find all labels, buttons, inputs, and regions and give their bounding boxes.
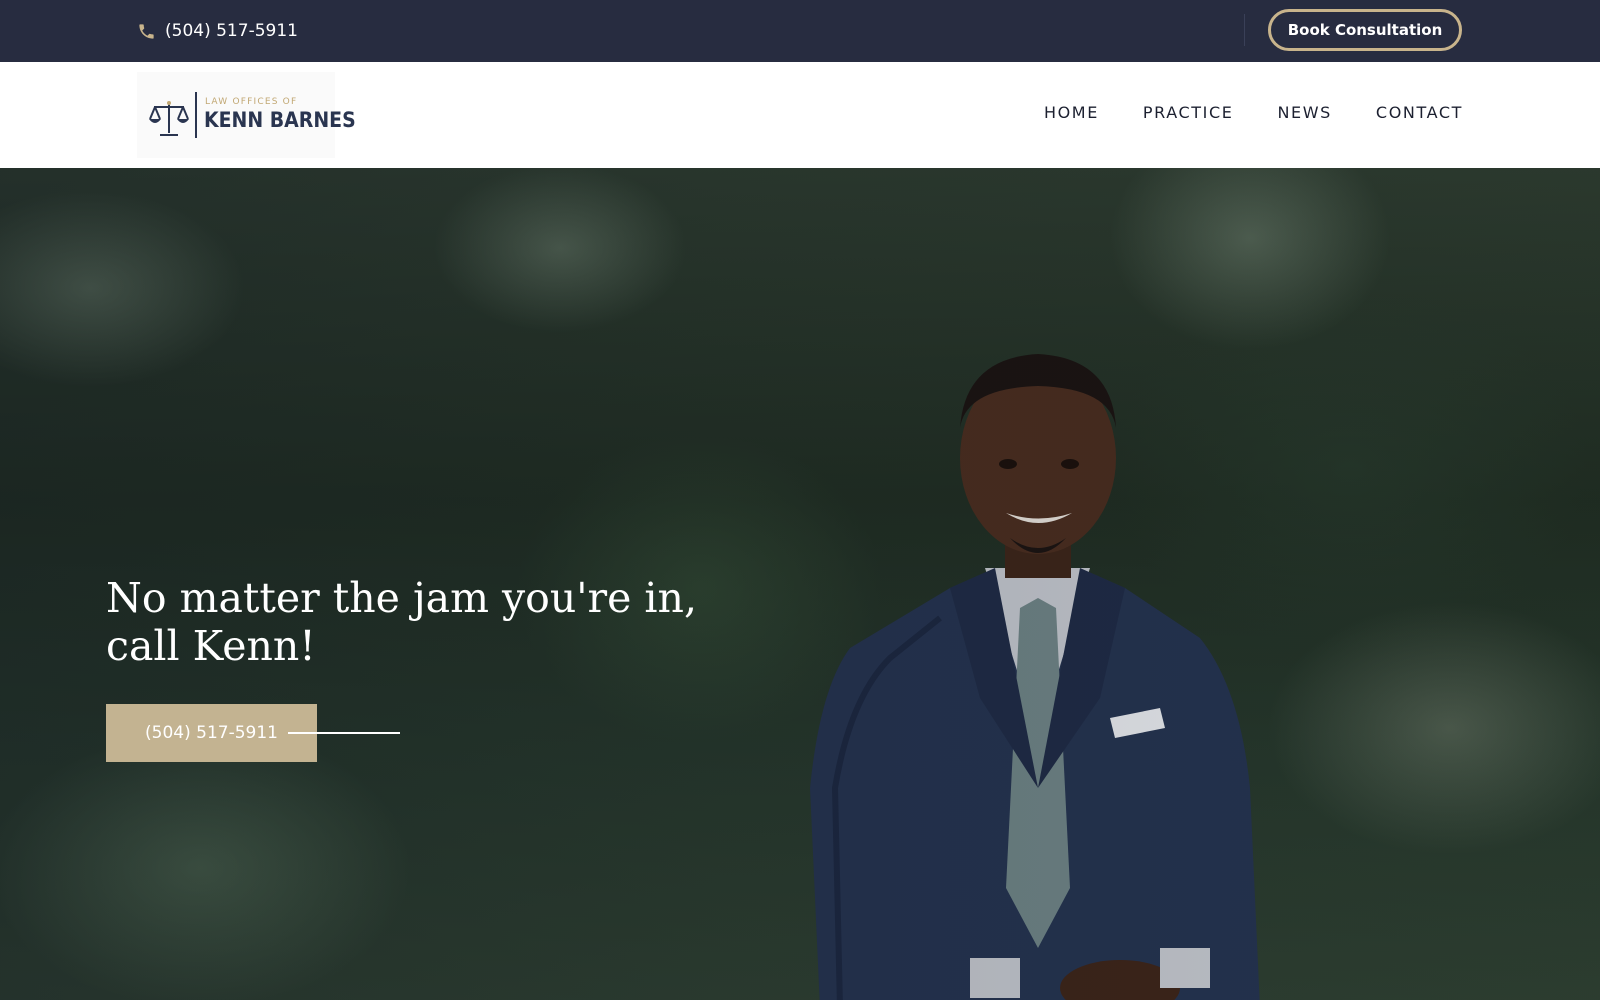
topbar-divider [1244,14,1245,46]
primary-nav: HOME PRACTICE NEWS CONTACT [1044,103,1463,122]
logo-subtitle: LAW OFFICES OF [205,97,298,107]
site-logo[interactable]: LAW OFFICES OF KENN BARNES [137,72,356,158]
topbar-phone-link[interactable]: (504) 517-5911 [137,18,298,44]
logo-divider [195,92,197,138]
topbar-phone-text: (504) 517-5911 [165,21,298,41]
hero-headline-line-1: No matter the jam you're in, [106,574,697,622]
nav-item-news[interactable]: NEWS [1277,103,1331,122]
top-bar: (504) 517-5911 Book Consultation [0,0,1600,62]
nav-item-practice[interactable]: PRACTICE [1143,103,1234,122]
hero-call-button[interactable]: (504) 517-5911 [106,704,317,762]
cta-decorative-line [288,732,400,734]
hero-section: No matter the jam you're in, call Kenn! … [0,168,1600,1000]
nav-item-contact[interactable]: CONTACT [1376,103,1463,122]
main-navbar: LAW OFFICES OF KENN BARNES HOME PRACTICE… [0,62,1600,168]
logo-title: KENN BARNES [204,108,356,132]
book-consultation-button[interactable]: Book Consultation [1268,9,1462,51]
scales-of-justice-icon [149,101,189,136]
hero-headline-line-2: call Kenn! [106,622,316,670]
nav-item-home[interactable]: HOME [1044,103,1099,122]
phone-icon [137,22,156,41]
hero-headline: No matter the jam you're in, call Kenn! [106,574,706,670]
